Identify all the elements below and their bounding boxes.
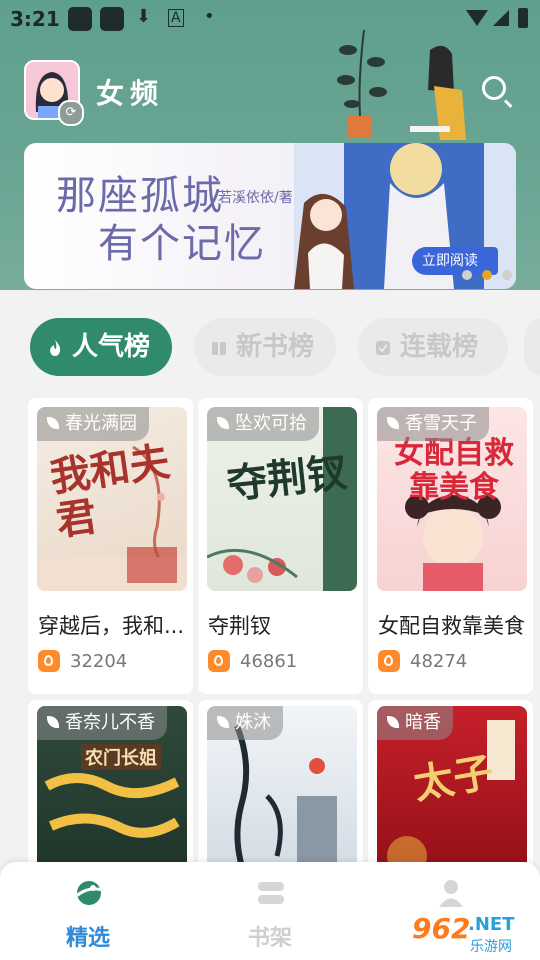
- signal-icon: [493, 10, 509, 26]
- author-tag: 春光满园: [37, 407, 149, 441]
- app-notification-icon: [100, 7, 124, 31]
- tab-serialized[interactable]: 连载榜: [358, 318, 508, 376]
- flame-icon: [208, 650, 230, 672]
- book-title: 女配自救靠美食: [378, 614, 525, 638]
- flame-icon: [378, 650, 400, 672]
- tab-popular[interactable]: 人气榜: [30, 318, 172, 376]
- watermark-suffix: .NET: [468, 914, 515, 935]
- author-tag: 坠欢可拾: [207, 407, 319, 441]
- cover-title: 女配自救靠美食: [394, 436, 514, 505]
- tab-label: 新书榜: [236, 332, 315, 362]
- watermark-number: 962: [412, 912, 471, 945]
- planet-icon: [75, 881, 103, 905]
- hot-count: 46861: [240, 651, 298, 672]
- author-tag: 香奈儿不香: [37, 706, 167, 740]
- author-name: 香奈儿不香: [65, 712, 155, 733]
- flame-icon: [46, 320, 64, 356]
- hot-count: 48274: [410, 651, 468, 672]
- book-card[interactable]: 我和夫君 春光满园 穿越后，我和... 32204: [28, 398, 193, 694]
- check-icon: [374, 320, 392, 355]
- plant-illustration: [337, 29, 387, 138]
- watermark-logo: 962 .NET 乐游网: [404, 912, 534, 958]
- bookshelf-icon: [258, 882, 284, 904]
- cover-title: 我和夫君: [47, 438, 173, 545]
- tab-label: 连载榜: [400, 332, 479, 362]
- book-card[interactable]: 太子 暗香: [368, 700, 533, 890]
- leaf-icon: [217, 417, 229, 429]
- author-name: 坠欢可拾: [235, 413, 307, 434]
- status-time: 3:21: [10, 7, 60, 31]
- a-icon: A: [168, 9, 184, 27]
- watermark-site: 乐游网: [470, 939, 512, 955]
- book-card[interactable]: 女配自救靠美食 香雪天子 女配自救靠美食 48274: [368, 398, 533, 694]
- profile-icon: [439, 880, 463, 907]
- reading-girl-illustration: [410, 45, 466, 140]
- book-cover: 女配自救靠美食 香雪天子: [377, 407, 527, 591]
- tab-more[interactable]: [524, 318, 540, 376]
- leaf-icon: [47, 716, 59, 728]
- tab-new-books[interactable]: 新书榜: [194, 318, 336, 376]
- banner-author: 若溪依依/著: [218, 190, 293, 206]
- flame-icon: [38, 650, 60, 672]
- leaf-icon: [387, 716, 399, 728]
- author-tag: 暗香: [377, 706, 453, 740]
- nav-label: 书架: [248, 926, 293, 951]
- dot-icon: •: [204, 6, 215, 27]
- banner-title-line2: 有个记忆: [98, 221, 266, 267]
- author-name: 香雪天子: [405, 413, 477, 434]
- cover-subtitle: 农门长姐: [81, 744, 161, 770]
- book-title: 穿越后，我和...: [38, 614, 185, 638]
- featured-banner[interactable]: 那座孤城 有个记忆 若溪依依/著 立即阅读: [24, 143, 516, 289]
- leaf-icon: [217, 716, 229, 728]
- channel-switch[interactable]: 女频: [96, 72, 164, 112]
- pagination-dot[interactable]: [462, 270, 472, 280]
- author-tag: 姝沐: [207, 706, 283, 740]
- book-title: 夺荆钗: [208, 614, 271, 638]
- book-icon: [210, 320, 228, 355]
- book-card[interactable]: 农门长姐 香奈儿不香: [28, 700, 193, 890]
- battery-icon: [518, 8, 528, 28]
- status-bar: 3:21 ⬇ A •: [0, 0, 540, 36]
- download-icon: ⬇: [136, 6, 152, 27]
- book-card[interactable]: 姝沐: [198, 700, 363, 890]
- pagination-dot-active[interactable]: [482, 270, 492, 280]
- author-name: 暗香: [405, 712, 441, 733]
- hot-count: 32204: [70, 651, 128, 672]
- author-name: 姝沐: [235, 712, 271, 733]
- search-icon[interactable]: [482, 76, 506, 100]
- book-cover: 夺荆钗 坠欢可拾: [207, 407, 357, 591]
- author-name: 春光满园: [65, 413, 137, 434]
- nav-label: 精选: [66, 926, 111, 951]
- pagination-dot[interactable]: [502, 270, 512, 280]
- tab-label: 人气榜: [72, 332, 151, 362]
- leaf-icon: [47, 417, 59, 429]
- switch-icon[interactable]: ⟳: [58, 100, 84, 126]
- author-tag: 香雪天子: [377, 407, 489, 441]
- wifi-icon: [466, 10, 488, 26]
- app-notification-icon: [68, 7, 92, 31]
- leaf-icon: [387, 417, 399, 429]
- book-cover: 我和夫君 春光满园: [37, 407, 187, 591]
- book-card[interactable]: 夺荆钗 坠欢可拾 夺荆钗 46861: [198, 398, 363, 694]
